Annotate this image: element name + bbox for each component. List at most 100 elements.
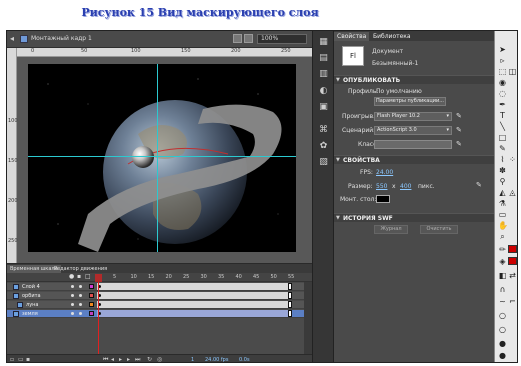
outline-color[interactable] xyxy=(89,302,94,307)
smooth-icon[interactable]: ~ xyxy=(498,297,507,306)
option-icon[interactable]: ○ xyxy=(498,325,507,334)
layer-frames[interactable] xyxy=(97,301,292,308)
lock-icon[interactable]: ▪ xyxy=(77,274,83,280)
gradient-transform-icon[interactable]: ◫ xyxy=(508,67,517,76)
tab-properties[interactable]: Свойства xyxy=(334,32,370,41)
pen-tool-icon[interactable]: ✒ xyxy=(498,100,507,109)
ink-bottle-icon[interactable]: ◬ xyxy=(508,188,517,197)
outline-icon[interactable]: □ xyxy=(85,274,91,280)
last-frame-icon[interactable]: ⏭ xyxy=(135,357,141,363)
transform-panel-icon[interactable]: ▣ xyxy=(318,102,329,112)
first-frame-icon[interactable]: ⏮ xyxy=(103,357,109,363)
line-tool-icon[interactable]: ╲ xyxy=(498,122,507,131)
layer-row[interactable]: орбита xyxy=(7,292,312,300)
stroke-color-swatch[interactable] xyxy=(508,245,517,253)
layer-frames[interactable] xyxy=(97,292,292,299)
fill-color-icon[interactable]: ◈ xyxy=(498,257,507,266)
black-white-icon[interactable]: ◧ xyxy=(498,271,507,280)
fps-value[interactable]: 24.00 xyxy=(376,169,393,176)
ruler-horizontal[interactable]: 0 50 100 150 200 250 xyxy=(17,48,312,57)
outline-color[interactable] xyxy=(89,284,94,289)
new-layer-icon[interactable]: ▫ xyxy=(10,357,16,363)
scene-label[interactable]: Монтажный кадр 1 xyxy=(31,35,92,42)
clear-button[interactable]: Очистить xyxy=(420,225,458,234)
play-icon[interactable]: ▸ xyxy=(119,357,125,363)
layer-row[interactable]: луна xyxy=(7,301,312,309)
width-value[interactable]: 550 xyxy=(376,183,387,190)
eyedropper-tool-icon[interactable]: ⚗ xyxy=(498,199,507,208)
color-panel-icon[interactable]: ▦ xyxy=(318,37,329,47)
back-arrow-icon[interactable]: ◂ xyxy=(10,35,18,43)
swap-colors-icon[interactable]: ⇄ xyxy=(508,271,517,280)
wrench-icon[interactable]: ✎ xyxy=(476,181,482,189)
lock-dot[interactable] xyxy=(79,285,82,288)
visibility-dot[interactable] xyxy=(71,285,74,288)
player-select[interactable]: Flash Player 10.2 xyxy=(374,112,452,121)
layer-name[interactable]: орбита xyxy=(22,292,41,300)
outline-color[interactable] xyxy=(89,311,94,316)
section-swf-history[interactable]: ИСТОРИЯ SWF xyxy=(334,213,494,223)
brush-size-icon[interactable]: ● xyxy=(498,339,507,348)
pencil-tool-icon[interactable]: ✎ xyxy=(498,144,507,153)
paint-bucket-icon[interactable]: ◭ xyxy=(498,188,507,197)
section-publish[interactable]: ОПУБЛИКОВАТЬ xyxy=(334,75,494,85)
motion-presets-icon[interactable]: ▧ xyxy=(318,157,329,167)
layer-name[interactable]: луна xyxy=(26,301,39,309)
class-input[interactable] xyxy=(374,140,452,149)
option-icon[interactable]: ○ xyxy=(498,311,507,320)
layer-name[interactable]: земля xyxy=(22,310,38,318)
layer-row[interactable]: земля xyxy=(7,310,312,318)
lock-dot[interactable] xyxy=(79,303,82,306)
end-frame[interactable] xyxy=(288,301,292,308)
lock-dot[interactable] xyxy=(79,294,82,297)
delete-layer-icon[interactable]: ▪ xyxy=(26,357,32,363)
3d-rotation-tool-icon[interactable]: ◉ xyxy=(498,78,507,87)
height-value[interactable]: 400 xyxy=(400,183,411,190)
spray-brush-icon[interactable]: ⁘ xyxy=(508,155,517,164)
deco-tool-icon[interactable]: ✽ xyxy=(498,166,507,175)
fill-color-swatch[interactable] xyxy=(508,257,517,265)
onion-skin-icon[interactable]: ◎ xyxy=(157,357,163,363)
stroke-color-icon[interactable]: ✏ xyxy=(498,245,507,254)
layer-row[interactable]: Слой 4 xyxy=(7,283,312,291)
selection-tool-icon[interactable]: ➤ xyxy=(498,45,507,54)
eye-icon[interactable]: ● xyxy=(69,274,75,280)
tab-motion-editor[interactable]: Редактор движения xyxy=(51,265,110,273)
zoom-select[interactable]: 100% xyxy=(257,34,307,44)
eraser-tool-icon[interactable]: ▭ xyxy=(498,210,507,219)
loop-icon[interactable]: ↻ xyxy=(147,357,153,363)
stage-canvas[interactable] xyxy=(28,64,296,252)
guide-line-horizontal[interactable] xyxy=(28,156,296,157)
next-frame-icon[interactable]: ▸ xyxy=(127,357,133,363)
playhead-handle[interactable] xyxy=(95,274,102,282)
section-properties[interactable]: СВОЙСТВА xyxy=(334,155,494,165)
outline-color[interactable] xyxy=(89,293,94,298)
lasso-tool-icon[interactable]: ◌ xyxy=(498,89,507,98)
guide-line-vertical[interactable] xyxy=(157,64,158,252)
edit-scene-icon[interactable] xyxy=(233,34,242,43)
subselection-tool-icon[interactable]: ▹ xyxy=(498,56,507,65)
edit-symbols-icon[interactable] xyxy=(244,34,253,43)
brush-shape-icon[interactable]: ● xyxy=(498,351,507,360)
layer-frames[interactable] xyxy=(97,310,292,317)
straighten-icon[interactable]: ⌐ xyxy=(508,297,517,306)
stage-color-swatch[interactable] xyxy=(376,195,390,203)
lock-dot[interactable] xyxy=(79,312,82,315)
wrench-icon[interactable]: ✎ xyxy=(456,112,462,120)
timeline-scrollbar[interactable] xyxy=(304,282,312,354)
log-button[interactable]: Журнал xyxy=(374,225,408,234)
align-panel-icon[interactable]: ▥ xyxy=(318,69,329,79)
bone-tool-icon[interactable]: ⚲ xyxy=(498,177,507,186)
pencil-icon[interactable]: ✎ xyxy=(456,140,462,148)
visibility-dot[interactable] xyxy=(71,294,74,297)
ruler-vertical[interactable]: 100 150 200 250 xyxy=(7,48,18,263)
code-snippets-icon[interactable]: ⌘ xyxy=(318,125,329,135)
playhead-line[interactable] xyxy=(98,282,99,354)
end-frame[interactable] xyxy=(288,283,292,290)
free-transform-tool-icon[interactable]: ⬚ xyxy=(498,67,507,76)
brush-tool-icon[interactable]: ⌇ xyxy=(498,155,507,164)
visibility-dot[interactable] xyxy=(71,312,74,315)
end-frame[interactable] xyxy=(288,292,292,299)
components-icon[interactable]: ✿ xyxy=(318,141,329,151)
swatches-panel-icon[interactable]: ▤ xyxy=(318,53,329,63)
